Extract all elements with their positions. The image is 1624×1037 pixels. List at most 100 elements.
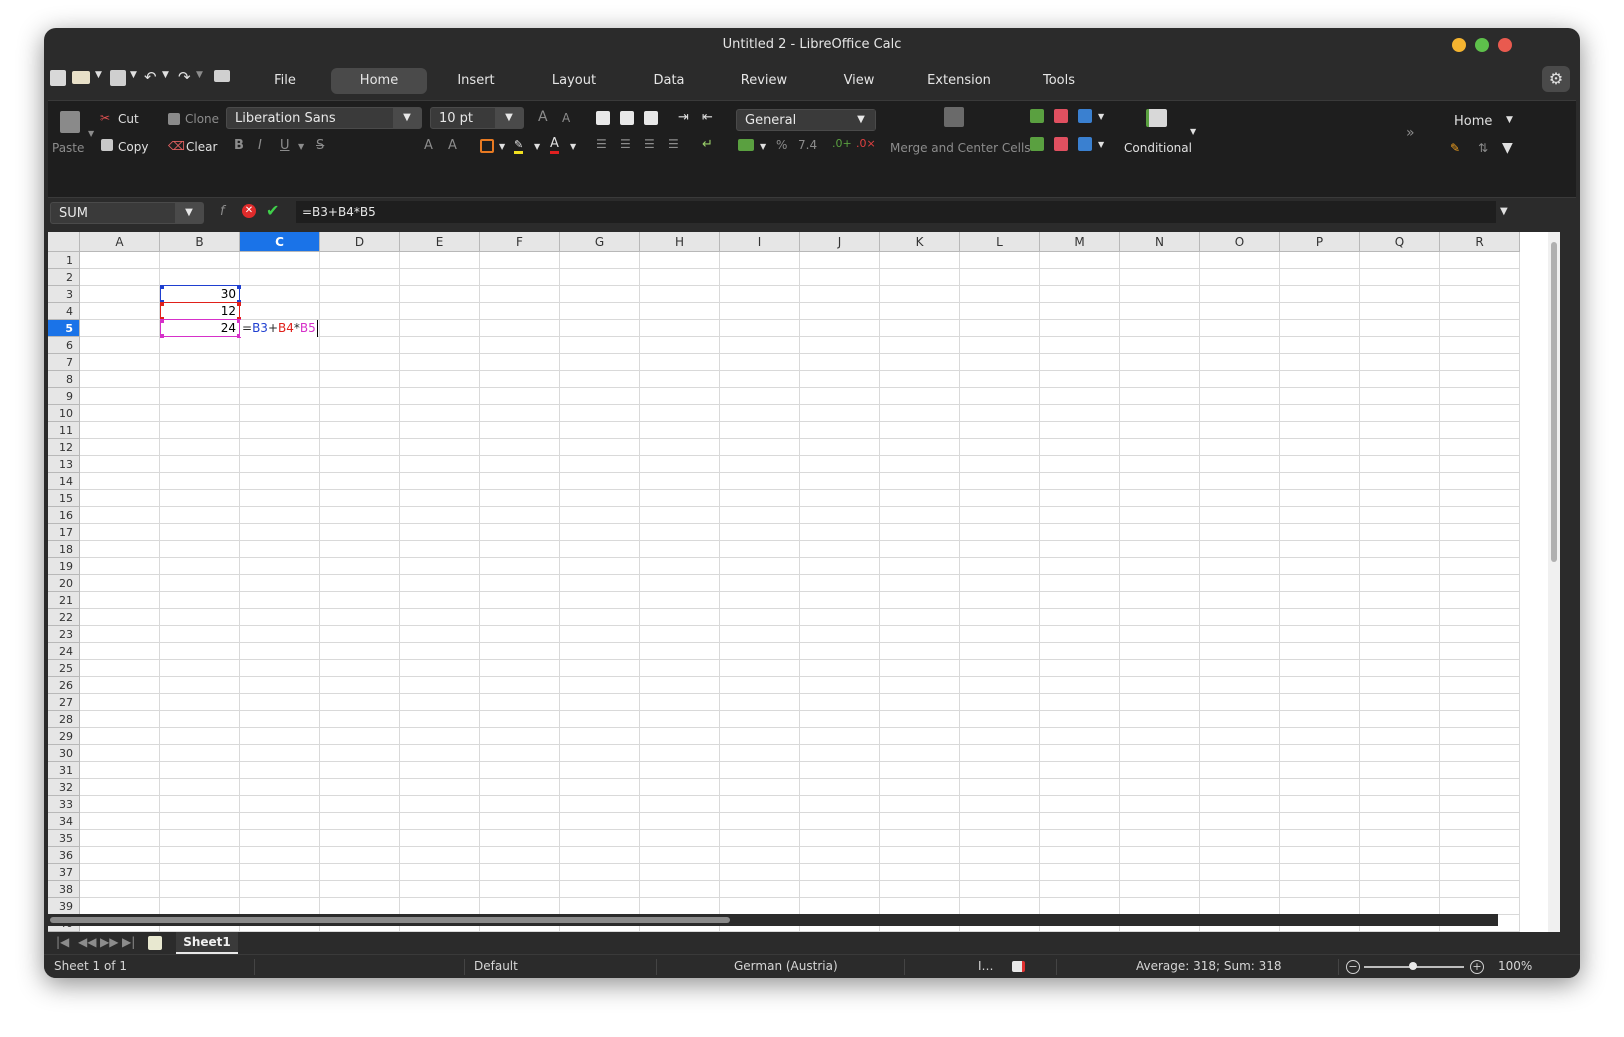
row-header-32[interactable]: 32 <box>48 779 80 796</box>
row-header-25[interactable]: 25 <box>48 660 80 677</box>
copy-button[interactable]: Copy <box>118 140 148 154</box>
cancel-icon[interactable]: ✕ <box>242 204 256 218</box>
select-all-corner[interactable] <box>48 232 80 252</box>
vertical-scrollbar[interactable] <box>1548 232 1560 932</box>
open-dropdown-icon[interactable]: ▼ <box>95 70 102 80</box>
number-format-combo[interactable]: General ▼ <box>736 109 876 131</box>
row-header-35[interactable]: 35 <box>48 830 80 847</box>
row-header-22[interactable]: 22 <box>48 609 80 626</box>
row-header-29[interactable]: 29 <box>48 728 80 745</box>
redo-dropdown-icon[interactable]: ▼ <box>196 70 203 80</box>
sort-icon[interactable]: ⇅ <box>1478 141 1488 155</box>
percent-button[interactable]: % <box>776 138 787 152</box>
tab-data[interactable]: Data <box>634 68 704 94</box>
horizontal-scrollbar-thumb[interactable] <box>50 917 730 923</box>
save-icon[interactable] <box>110 70 126 86</box>
decimal-format-button[interactable]: 7.4 <box>798 138 817 152</box>
paste-dropdown-icon[interactable]: ▼ <box>88 129 94 138</box>
column-header-l[interactable]: L <box>960 232 1040 252</box>
next-sheet-icon[interactable]: ▶▶ <box>100 935 118 949</box>
align-center-icon[interactable]: ☰ <box>620 137 631 151</box>
borders-dropdown-icon[interactable]: ▼ <box>499 142 505 151</box>
deck-selector[interactable]: Home <box>1454 114 1492 129</box>
subscript-button[interactable]: A <box>424 138 433 153</box>
row-header-18[interactable]: 18 <box>48 541 80 558</box>
minimize-button[interactable] <box>1452 38 1466 52</box>
cell-c5-editor[interactable]: =B3+B4*B5 <box>240 320 318 337</box>
add-decimal-icon[interactable]: .0+ <box>832 137 852 150</box>
reference-handle[interactable] <box>160 334 164 338</box>
row-header-5[interactable]: 5 <box>48 320 80 337</box>
tab-home[interactable]: Home <box>331 68 427 94</box>
first-sheet-icon[interactable]: |◀ <box>56 935 69 949</box>
deck-dropdown-icon[interactable]: ▼ <box>1506 115 1513 125</box>
row-header-33[interactable]: 33 <box>48 796 80 813</box>
row-header-15[interactable]: 15 <box>48 490 80 507</box>
zoom-in-icon[interactable]: + <box>1470 960 1484 974</box>
undo-icon[interactable]: ↶ <box>144 68 157 86</box>
font-name-combo[interactable]: Liberation Sans ▼ <box>226 107 422 129</box>
column-header-a[interactable]: A <box>80 232 160 252</box>
clone-icon[interactable] <box>168 113 180 125</box>
currency-format-icon[interactable] <box>738 139 754 151</box>
close-button[interactable] <box>1498 38 1512 52</box>
column-header-k[interactable]: K <box>880 232 960 252</box>
row-header-1[interactable]: 1 <box>48 252 80 269</box>
conditional-dropdown-icon[interactable]: ▼ <box>1190 127 1196 136</box>
paste-button[interactable]: Paste <box>52 141 84 155</box>
row-header-30[interactable]: 30 <box>48 745 80 762</box>
underline-dropdown-icon[interactable]: ▼ <box>298 142 304 151</box>
row-header-7[interactable]: 7 <box>48 354 80 371</box>
row-header-37[interactable]: 37 <box>48 864 80 881</box>
tab-review[interactable]: Review <box>724 68 804 94</box>
row-header-13[interactable]: 13 <box>48 456 80 473</box>
column-header-r[interactable]: R <box>1440 232 1520 252</box>
undo-dropdown-icon[interactable]: ▼ <box>162 70 169 80</box>
row-header-16[interactable]: 16 <box>48 507 80 524</box>
expand-formula-icon[interactable]: ▼ <box>1500 206 1508 217</box>
column-header-o[interactable]: O <box>1200 232 1280 252</box>
zoom-slider[interactable] <box>1364 962 1464 970</box>
cell-b5[interactable]: 24 <box>160 319 240 337</box>
zoom-out-icon[interactable]: − <box>1346 960 1360 974</box>
settings-gear-icon[interactable]: ⚙ <box>1542 66 1570 92</box>
decrease-indent-icon[interactable]: ⇤ <box>702 110 713 125</box>
strikethrough-button[interactable]: S <box>316 138 324 153</box>
redo-icon[interactable]: ↷ <box>178 68 191 86</box>
font-name-dropdown-icon[interactable]: ▼ <box>393 108 421 128</box>
more-options-icon[interactable]: » <box>1406 125 1415 141</box>
column-header-g[interactable]: G <box>560 232 640 252</box>
cut-icon[interactable]: ✂ <box>100 111 110 125</box>
merge-and-center-button[interactable]: Merge and Center Cells <box>890 141 1031 155</box>
row-header-2[interactable]: 2 <box>48 269 80 286</box>
row-header-38[interactable]: 38 <box>48 881 80 898</box>
currency-dropdown-icon[interactable]: ▼ <box>760 142 766 151</box>
underline-button[interactable]: U <box>280 138 290 153</box>
column-header-f[interactable]: F <box>480 232 560 252</box>
cell-b4[interactable]: 12 <box>160 302 240 320</box>
tab-tools[interactable]: Tools <box>1019 68 1099 94</box>
superscript-button[interactable]: A <box>448 138 457 153</box>
font-size-combo[interactable]: 10 pt ▼ <box>430 107 524 129</box>
formula-input[interactable]: =B3+B4*B5 <box>296 201 1496 223</box>
spreadsheet-grid[interactable]: ABCDEFGHIJKLMNOPQR 1 2 3 4 5 6 7 8 9 10 11 12 13 14 15… <box>48 232 1560 932</box>
autofilter-icon[interactable]: ▼ <box>1502 140 1513 156</box>
column-header-n[interactable]: N <box>1120 232 1200 252</box>
font-color-icon[interactable]: A <box>550 136 559 154</box>
horizontal-scrollbar[interactable] <box>48 914 1498 926</box>
increase-indent-icon[interactable]: ⇥ <box>678 110 689 125</box>
maximize-button[interactable] <box>1475 38 1489 52</box>
bold-button[interactable]: B <box>234 138 244 153</box>
row-header-12[interactable]: 12 <box>48 439 80 456</box>
row-header-19[interactable]: 19 <box>48 558 80 575</box>
font-color-dropdown-icon[interactable]: ▼ <box>570 142 576 151</box>
tab-extension[interactable]: Extension <box>909 68 1009 94</box>
column-options-icon[interactable] <box>1078 137 1092 151</box>
zoom-level[interactable]: 100% <box>1498 959 1532 973</box>
name-box[interactable]: SUM ▼ <box>50 202 204 224</box>
column-header-b[interactable]: B <box>160 232 240 252</box>
row-header-20[interactable]: 20 <box>48 575 80 592</box>
text-language[interactable]: German (Austria) <box>734 959 838 973</box>
row-header-10[interactable]: 10 <box>48 405 80 422</box>
insert-rows-icon[interactable] <box>1030 109 1044 123</box>
